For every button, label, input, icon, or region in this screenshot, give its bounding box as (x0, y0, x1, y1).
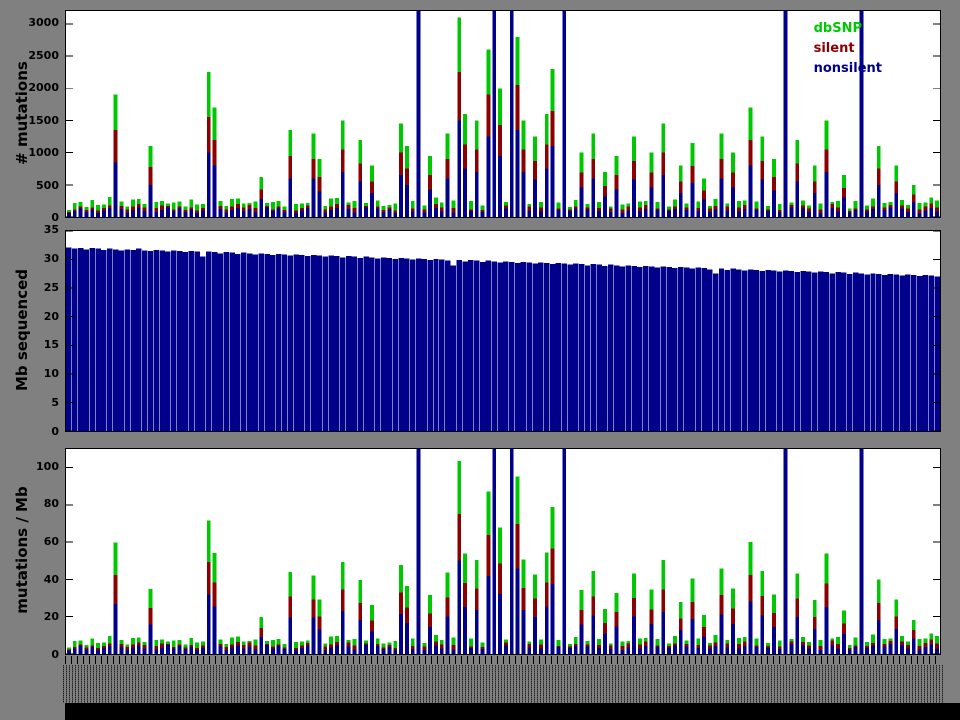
y-tick-label: 40 (44, 573, 59, 586)
x-axis-sample-labels (63, 665, 943, 703)
y-tick-label: 0 (51, 425, 59, 438)
y-tick-label: 3000 (28, 16, 59, 29)
bottom-black-strip (65, 703, 960, 720)
y-tick-label: 10 (44, 367, 59, 380)
mutations-per-mb-bar-chart (66, 449, 940, 654)
mb-sequenced-bar-chart (66, 231, 940, 431)
y-tick-label: 15 (44, 338, 59, 351)
x-axis-tick-comb (65, 656, 941, 664)
y-tick-label: 60 (44, 535, 59, 548)
mutations-bar-chart (66, 11, 940, 217)
y-tick-label: 100 (36, 460, 59, 473)
y-tick-label: 2000 (28, 81, 59, 94)
y-tick-label: 20 (44, 610, 59, 623)
y-tick-label: 500 (36, 179, 59, 192)
legend-item-dbsnp: dbSNP (814, 19, 882, 39)
y-tick-label: 80 (44, 497, 59, 510)
y-tick-label: 5 (51, 396, 59, 409)
panel-mb-sequenced (65, 230, 941, 432)
panel-num-mutations: dbSNP silent nonsilent (65, 10, 941, 218)
y-tick-label: 1500 (28, 114, 59, 127)
legend-item-nonsilent: nonsilent (814, 59, 882, 79)
y-tick-label: 1000 (28, 146, 59, 159)
y-tick-label: 35 (44, 223, 59, 236)
y-tick-label: 25 (44, 281, 59, 294)
y-tick-label: 0 (51, 648, 59, 661)
figure: # mutations Mb sequenced mutations / Mb … (0, 0, 960, 720)
y-ticks-panel-mb: 05101520253035 (26, 230, 62, 432)
legend-item-silent: silent (814, 39, 882, 59)
panel-mutations-per-mb (65, 448, 941, 655)
y-ticks-panel-rate: 020406080100 (26, 448, 62, 655)
y-tick-label: 30 (44, 252, 59, 265)
y-tick-label: 20 (44, 310, 59, 323)
legend: dbSNP silent nonsilent (814, 19, 882, 79)
y-tick-label: 2500 (28, 49, 59, 62)
y-ticks-panel-mutations: 050010001500200025003000 (26, 10, 62, 218)
